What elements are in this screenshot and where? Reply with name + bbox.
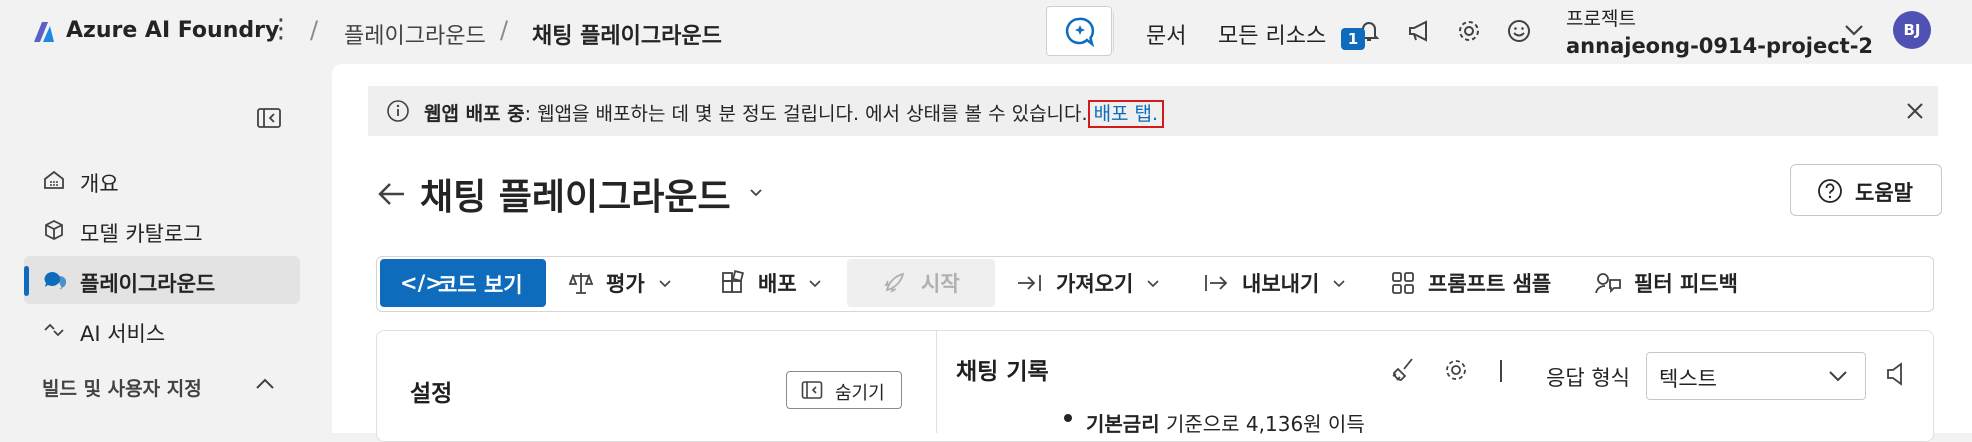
project-label: 프로젝트 bbox=[1566, 8, 1636, 30]
person-feedback-icon bbox=[1594, 270, 1622, 296]
breadcrumb-current: 채팅 플레이그라운드 bbox=[532, 24, 722, 49]
grid-icon bbox=[1390, 270, 1416, 296]
broom-icon[interactable] bbox=[1390, 356, 1418, 384]
sidebar-item-label: 개요 bbox=[80, 172, 119, 196]
hide-label: 숨기기 bbox=[835, 383, 885, 404]
chevron-down-icon[interactable] bbox=[748, 186, 764, 200]
export-button[interactable]: 내보내기 bbox=[1242, 268, 1319, 298]
close-icon[interactable] bbox=[1904, 100, 1926, 122]
gear-icon[interactable] bbox=[1454, 16, 1484, 46]
settings-title: 설정 bbox=[410, 381, 453, 407]
hide-button[interactable]: 숨기기 bbox=[786, 371, 902, 409]
rocket-icon bbox=[881, 270, 907, 296]
view-code-button[interactable]: </> 코드 보기 bbox=[380, 259, 546, 307]
back-arrow-icon[interactable] bbox=[376, 180, 408, 208]
chevron-down-icon[interactable] bbox=[1842, 20, 1866, 40]
evaluate-button[interactable]: 평가 bbox=[606, 268, 645, 298]
project-selector[interactable]: annajeong-0914-project-2 bbox=[1566, 34, 1873, 58]
notification-badge: 1 bbox=[1341, 28, 1365, 50]
sidebar-item-label: 모델 카탈로그 bbox=[80, 222, 203, 246]
breadcrumb-separator: / bbox=[500, 16, 509, 44]
panel-divider bbox=[936, 331, 937, 433]
message-text: 기준으로 4,136원 이득 bbox=[1159, 412, 1365, 436]
response-format-label: 응답 형식 bbox=[1546, 366, 1630, 390]
start-button[interactable]: 시작 bbox=[847, 259, 995, 307]
sidebar-item-ai-services[interactable]: AI 서비스 bbox=[24, 306, 300, 354]
sidebar-item-model-catalog[interactable]: 모델 카탈로그 bbox=[24, 206, 300, 254]
chevron-down-icon bbox=[1827, 367, 1849, 385]
speaker-icon[interactable] bbox=[1884, 360, 1910, 388]
more-options-icon[interactable]: ⋮ bbox=[268, 14, 294, 44]
chevron-down-icon[interactable] bbox=[1146, 278, 1160, 290]
chevron-up-icon[interactable] bbox=[254, 376, 276, 392]
apps-icon bbox=[720, 270, 746, 296]
chat-history-title: 채팅 기록 bbox=[956, 359, 1049, 385]
copilot-button[interactable] bbox=[1046, 6, 1112, 56]
smiley-icon[interactable] bbox=[1504, 16, 1534, 46]
banner-message: 웹앱 배포 중: 웹앱을 배포하는 데 몇 분 정도 걸립니다. 에서 상태를 … bbox=[424, 99, 1165, 128]
question-icon bbox=[1817, 178, 1843, 204]
breadcrumb-separator: / bbox=[310, 16, 319, 44]
sidebar-item-label: AI 서비스 bbox=[80, 322, 166, 346]
import-icon bbox=[1016, 272, 1044, 294]
chevron-down-icon[interactable] bbox=[1332, 278, 1346, 290]
code-icon: </> bbox=[400, 271, 443, 295]
collapse-panel-icon bbox=[801, 380, 823, 400]
message-bold: 기본금리 bbox=[1086, 412, 1160, 436]
header-divider bbox=[1113, 12, 1114, 52]
avatar[interactable]: BJ bbox=[1893, 11, 1931, 49]
brand-name[interactable]: Azure AI Foundry bbox=[66, 18, 279, 43]
help-label: 도움말 bbox=[1855, 181, 1913, 205]
banner-title: 웹앱 배포 중 bbox=[424, 103, 525, 125]
sidebar-item-overview[interactable]: 개요 bbox=[24, 156, 300, 204]
start-label: 시작 bbox=[921, 272, 960, 296]
sidebar-item-playground[interactable]: 플레이그라운드 bbox=[24, 256, 300, 304]
sidebar-item-label: 플레이그라운드 bbox=[80, 272, 216, 296]
all-resources-link[interactable]: 모든 리소스 bbox=[1218, 18, 1326, 50]
breadcrumb-playground[interactable]: 플레이그라운드 bbox=[344, 18, 486, 50]
link-icon bbox=[42, 318, 66, 342]
banner-text: : 웹앱을 배포하는 데 몇 분 정도 걸립니다. 에서 상태를 볼 수 있습니… bbox=[524, 103, 1088, 125]
page-title: 채팅 플레이그라운드 bbox=[420, 177, 731, 218]
info-icon bbox=[386, 99, 410, 123]
megaphone-icon[interactable] bbox=[1404, 16, 1434, 46]
filter-feedback-button[interactable]: 필터 피드백 bbox=[1634, 268, 1738, 298]
gear-icon[interactable] bbox=[1442, 356, 1470, 384]
prompt-samples-button[interactable]: 프롬프트 샘플 bbox=[1428, 268, 1551, 298]
docs-link[interactable]: 문서 bbox=[1146, 18, 1186, 50]
active-indicator bbox=[24, 266, 29, 296]
export-icon bbox=[1202, 272, 1230, 294]
section-header-build: 빌드 및 사용자 지정 bbox=[42, 378, 202, 400]
view-code-label: 코드 보기 bbox=[438, 273, 523, 297]
collapse-sidebar-icon[interactable] bbox=[256, 106, 282, 130]
deploy-button[interactable]: 배포 bbox=[758, 268, 797, 298]
chat-icon bbox=[42, 268, 66, 292]
response-format-value: 텍스트 bbox=[1659, 367, 1717, 391]
chevron-down-icon[interactable] bbox=[658, 278, 672, 290]
response-format-select[interactable]: 텍스트 bbox=[1646, 352, 1866, 400]
deployment-tab-link[interactable]: 배포 탭. bbox=[1087, 100, 1165, 128]
azure-logo-icon[interactable] bbox=[30, 18, 58, 46]
scale-icon bbox=[568, 270, 594, 296]
divider bbox=[1500, 360, 1502, 382]
chevron-down-icon[interactable] bbox=[808, 278, 822, 290]
dashboard-icon bbox=[42, 168, 66, 192]
cube-icon bbox=[42, 218, 66, 242]
import-button[interactable]: 가져오기 bbox=[1056, 268, 1133, 298]
help-button[interactable]: 도움말 bbox=[1790, 164, 1942, 216]
bullet bbox=[1064, 414, 1072, 422]
